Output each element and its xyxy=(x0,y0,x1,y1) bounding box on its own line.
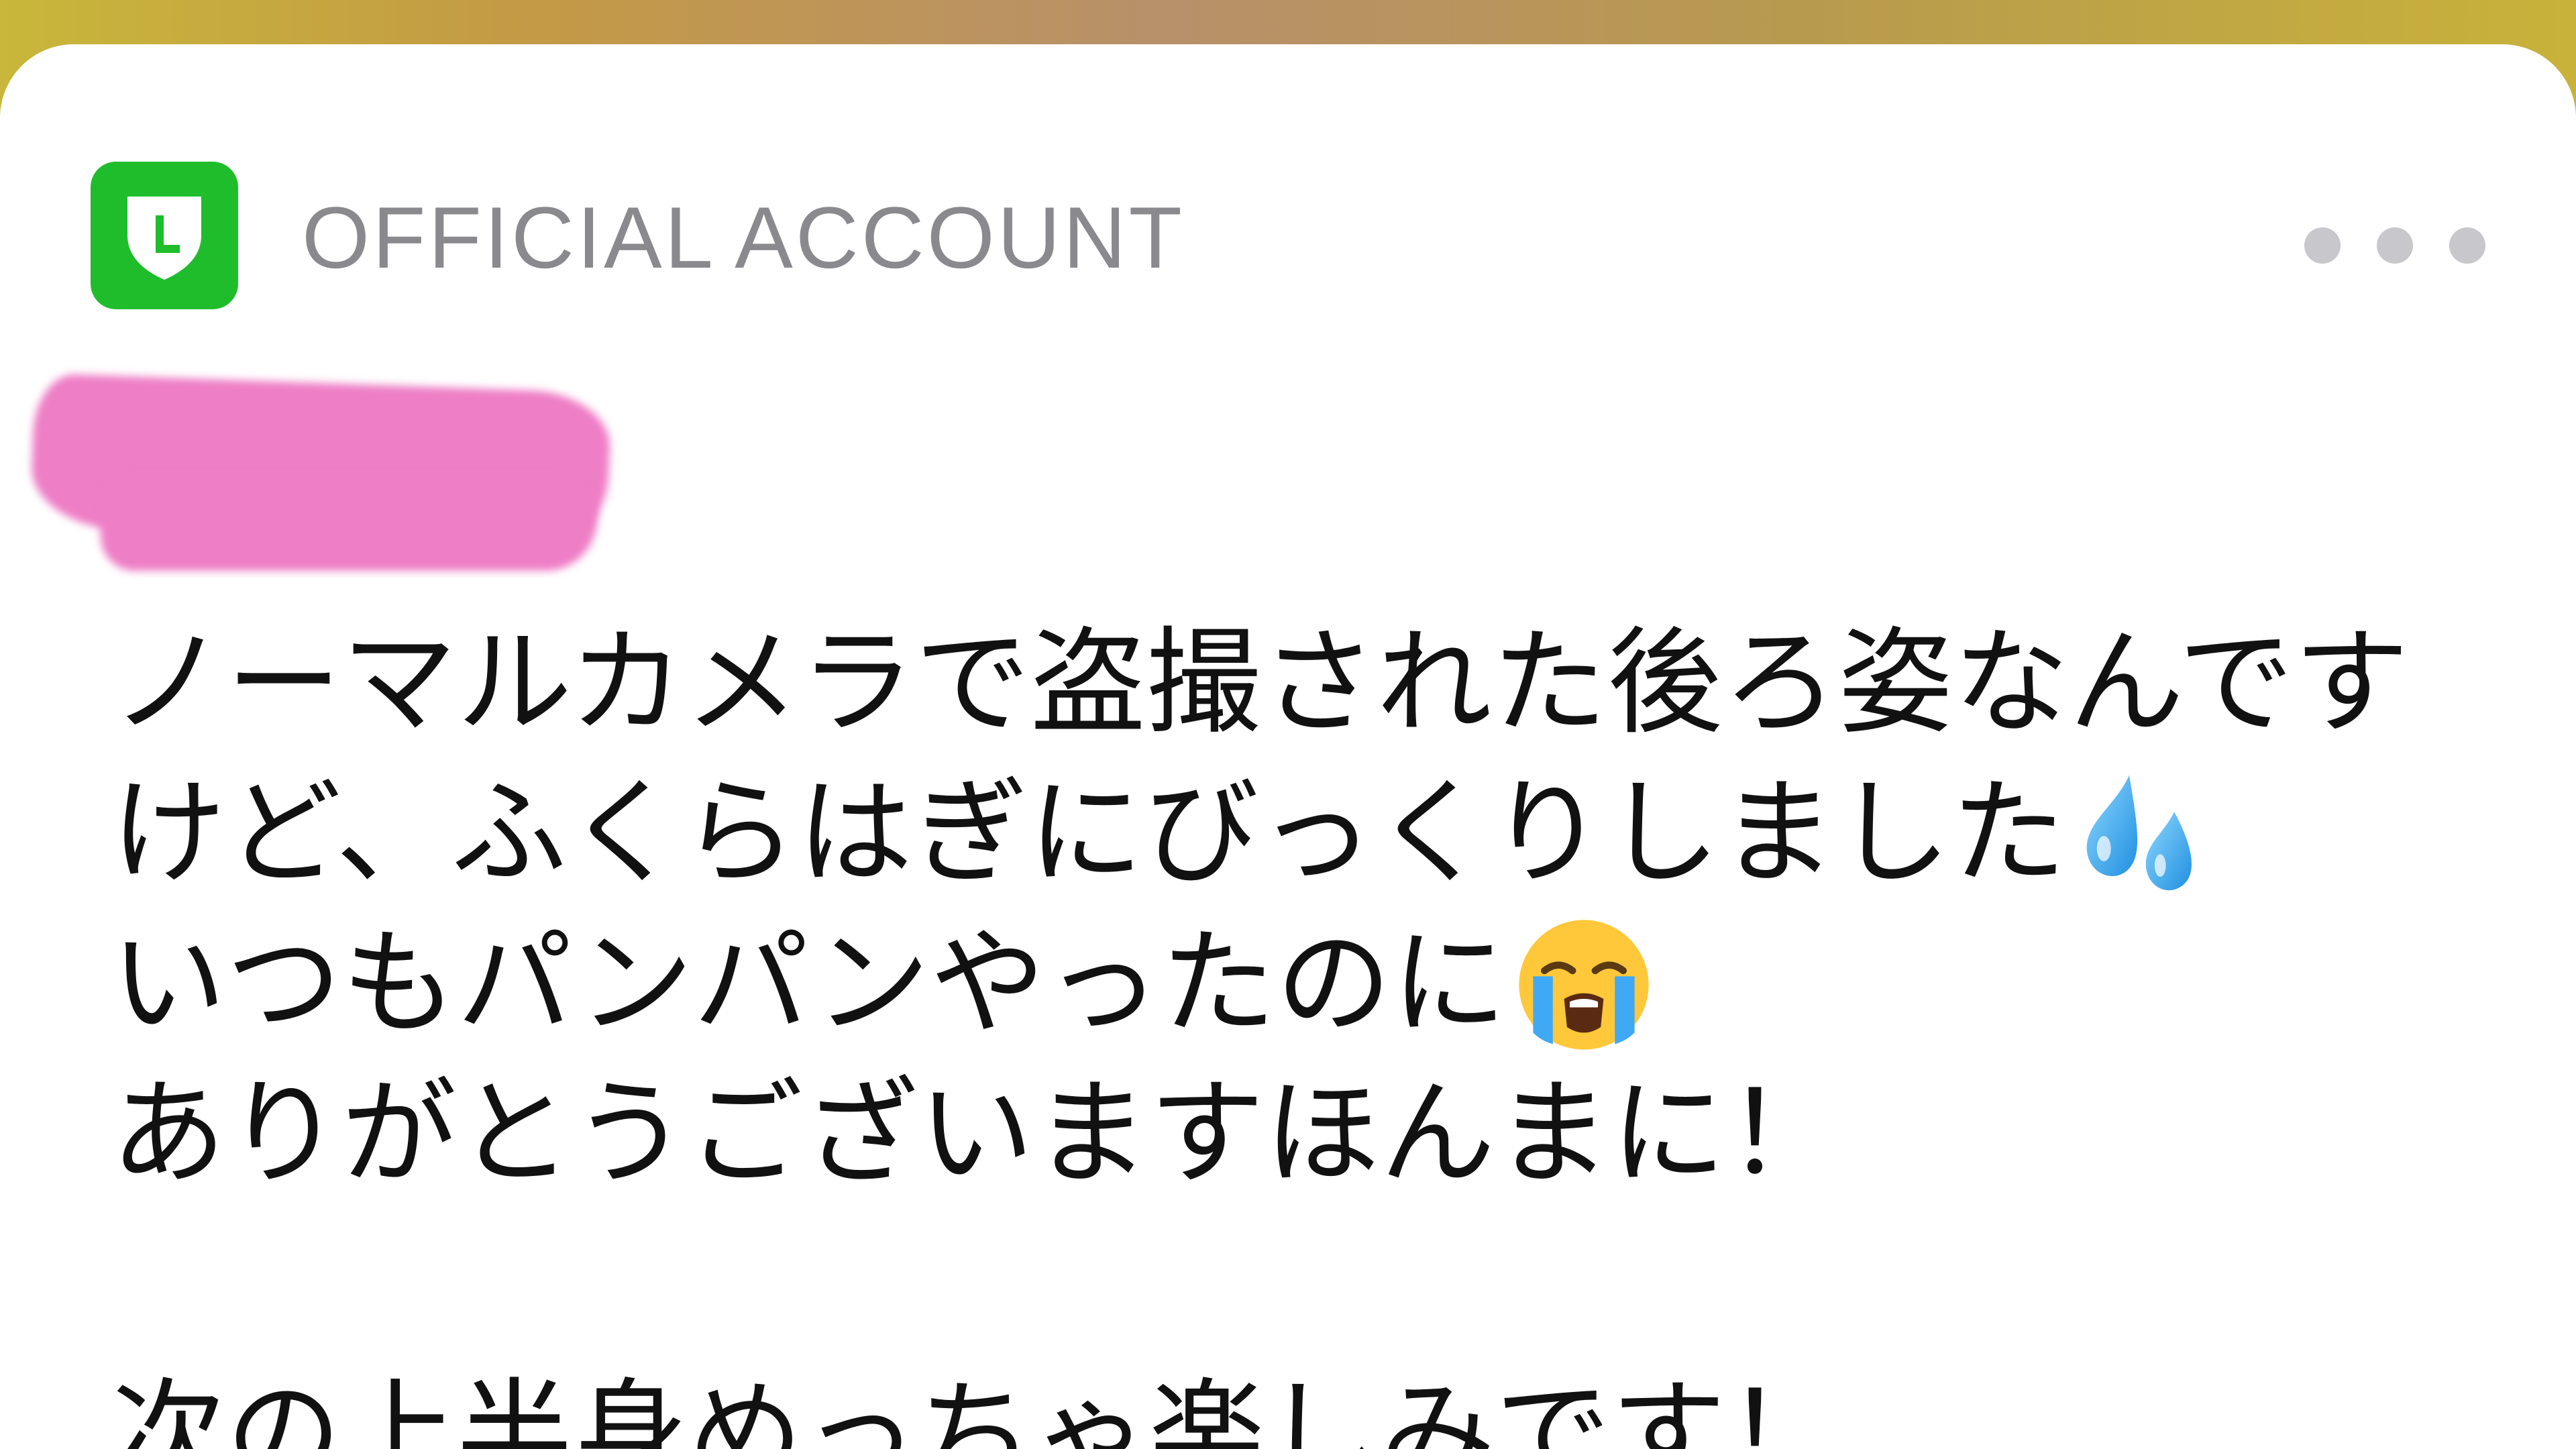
more-dots-icon xyxy=(2449,227,2485,264)
loudly-crying-face-emoji xyxy=(1519,920,1649,1050)
message-body: ノーマルカメラで盗撮された後ろ姿なんです けど、ふくらはぎにびっくりしました い… xyxy=(111,608,2539,1449)
sender-redaction xyxy=(101,474,597,571)
message-line: ありがとうございますほんまに！ xyxy=(111,1066,1841,1201)
line-official-account-icon xyxy=(91,162,238,309)
message-line: ノーマルカメラで盗撮された後ろ姿なんです xyxy=(111,615,2410,750)
message-line-text: けど、ふくらはぎにびっくりしました xyxy=(111,765,2067,900)
message-line: 次の上半身めっちゃ楽しみです！ xyxy=(111,1366,1841,1449)
notification-card[interactable]: OFFICIAL ACCOUNT ノーマルカメラで盗撮された後ろ姿なんです けど… xyxy=(0,44,2576,1449)
notification-header: OFFICIAL ACCOUNT xyxy=(91,162,2485,316)
more-dots-icon xyxy=(2377,227,2413,264)
message-line: けど、ふくらはぎにびっくりしました xyxy=(111,758,2539,908)
message-line: いつもパンパンやったのに xyxy=(111,908,2539,1059)
message-line-text: いつもパンパンやったのに xyxy=(111,916,1507,1051)
sweat-droplets-emoji xyxy=(2087,775,2192,891)
more-options-button[interactable] xyxy=(2304,215,2485,276)
screen: OFFICIAL ACCOUNT ノーマルカメラで盗撮された後ろ姿なんです けど… xyxy=(0,0,2576,1449)
more-dots-icon xyxy=(2304,227,2341,264)
app-label: OFFICIAL ACCOUNT xyxy=(302,189,1185,286)
message-spacer xyxy=(111,1209,2539,1359)
